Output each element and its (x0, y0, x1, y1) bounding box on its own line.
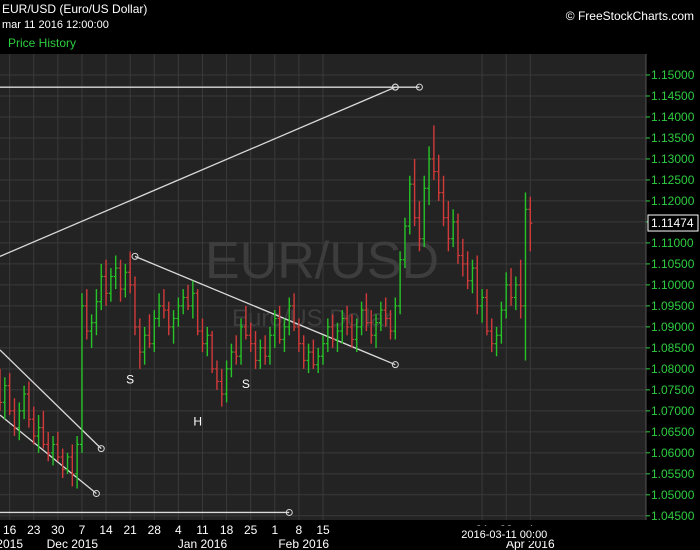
watermark-name: Euro/US Dollar (232, 305, 392, 332)
watermark-symbol: EUR/USD (205, 232, 439, 290)
date-tick-label: 16 (3, 523, 17, 537)
price-tick-label: 1.06000 (651, 446, 695, 460)
date-axis[interactable]: 162330714212841118251815212842015Dec 201… (0, 523, 555, 550)
price-tick-label: 1.08500 (651, 341, 695, 355)
price-tick-label: 1.05500 (651, 467, 695, 481)
price-tick-label: 1.13000 (651, 152, 695, 166)
month-label: 2015 (0, 537, 23, 550)
date-tick-label: 21 (123, 523, 137, 537)
brand-label: © FreeStockCharts.com (565, 9, 694, 23)
date-tick-label: 11 (196, 523, 209, 537)
month-label: Feb 2016 (278, 537, 329, 550)
chart-title: EUR/USD (Euro/US Dollar) (2, 2, 148, 16)
chart-window: EUR/USD Euro/US Dollar S H S 1.04500 1.0500… (0, 0, 700, 550)
date-tick-label: 25 (244, 523, 258, 537)
price-tick-label: 1.09500 (651, 299, 695, 313)
price-chart[interactable]: EUR/USD Euro/US Dollar S H S 1.04500 1.0500… (0, 0, 700, 550)
price-tick-label: 1.12000 (651, 194, 695, 208)
date-tick-label: 18 (220, 523, 234, 537)
price-tick-label: 1.13500 (651, 131, 695, 145)
price-tick-label: 1.05000 (651, 488, 695, 502)
date-tick-label: 8 (296, 523, 303, 537)
price-tick-label: 1.06500 (651, 425, 695, 439)
date-tick-label: 30 (51, 523, 65, 537)
price-tick-label: 1.14000 (651, 110, 695, 124)
price-tick-label: 1.08000 (651, 362, 695, 376)
pattern-label: S (242, 377, 250, 391)
price-tick-label: 1.10000 (651, 278, 695, 292)
price-tick-label: 1.14500 (651, 89, 695, 103)
current-price-label: 1.11474 (651, 216, 694, 230)
date-tick-label: 4 (175, 523, 182, 537)
price-axis[interactable]: 1.04500 1.05000 1.05500 1.06000 1.06500 1.070… (645, 54, 699, 523)
date-tick-label: 28 (148, 523, 162, 537)
price-tick-label: 1.10500 (651, 257, 695, 271)
month-label: Dec 2015 (47, 537, 99, 550)
date-tick-label: 15 (316, 523, 330, 537)
date-tick-label: 23 (27, 523, 41, 537)
cursor-date-label: 2016-03-11 00:00 (461, 529, 547, 541)
chart-datetime: mar 11 2016 12:00:00 (2, 19, 109, 31)
month-label: Jan 2016 (178, 537, 228, 550)
price-tick-label: 1.09000 (651, 320, 695, 334)
date-tick-label: 7 (79, 523, 86, 537)
pattern-label: S (126, 373, 134, 387)
date-tick-label: 14 (99, 523, 113, 537)
price-tick-label: 1.12500 (651, 173, 695, 187)
price-tick-label: 1.11000 (651, 236, 694, 250)
price-tick-label: 1.15000 (651, 68, 695, 82)
study-label-price-history[interactable]: Price History (8, 36, 76, 50)
date-tick-label: 1 (271, 523, 278, 537)
pattern-label: H (193, 415, 202, 429)
price-tick-label: 1.04500 (651, 509, 695, 523)
price-tick-label: 1.07000 (651, 404, 695, 418)
price-tick-label: 1.07500 (651, 383, 695, 397)
